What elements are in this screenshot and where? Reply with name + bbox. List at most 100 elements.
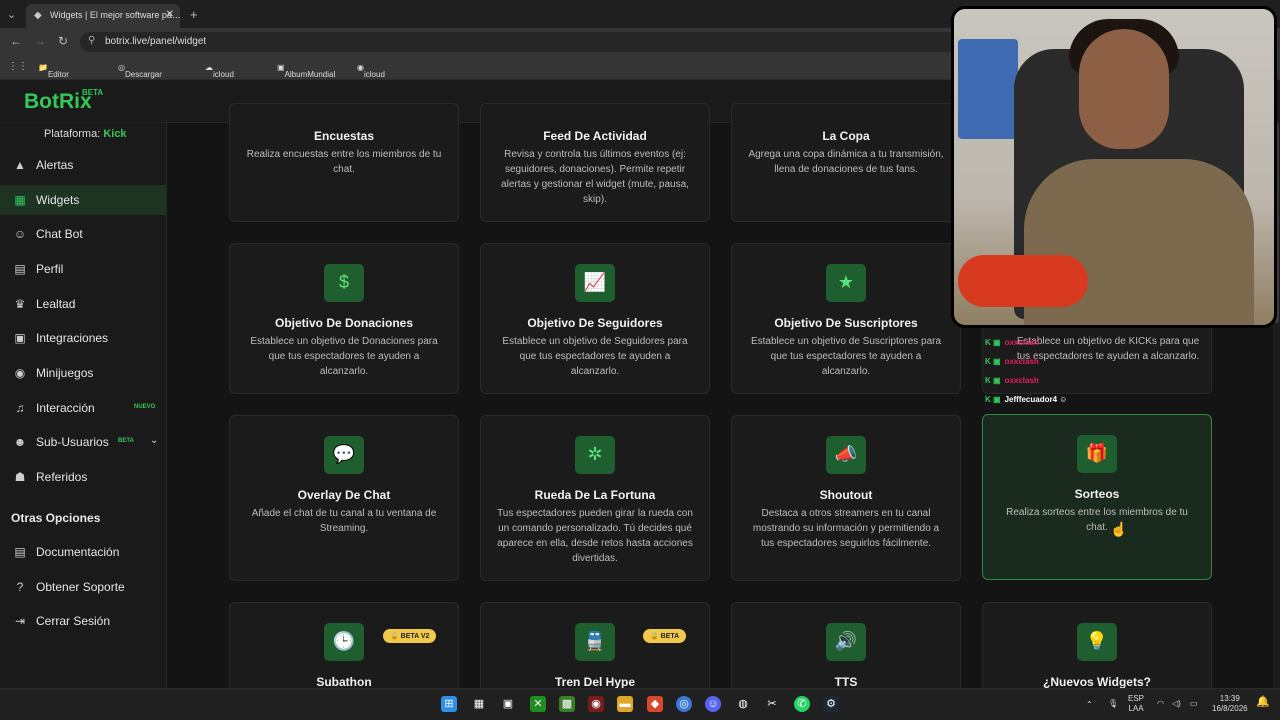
widget-card-shoutout[interactable]: 📣 Shoutout Destaca a otros streamers en … xyxy=(731,415,961,581)
chevron-down-icon[interactable]: ⌄ xyxy=(150,435,158,446)
close-tab-icon[interactable]: ✕ xyxy=(166,9,174,20)
language-indicator[interactable]: ESP LAA xyxy=(1128,694,1144,714)
game-icon[interactable]: ◉ xyxy=(588,696,604,712)
back-icon[interactable]: ← xyxy=(10,34,22,48)
widget-title: Shoutout xyxy=(819,488,873,502)
site-info-icon[interactable]: ⚲ xyxy=(88,35,95,46)
widget-title: Objetivo De Donaciones xyxy=(274,316,414,330)
sidebar-item-lealtad[interactable]: ♛ Lealtad xyxy=(0,289,166,319)
chat-message: K ▣ oxxclash xyxy=(985,376,1039,385)
forward-icon[interactable]: → xyxy=(34,34,46,48)
volume-icon[interactable]: ◁) xyxy=(1172,699,1181,709)
tab-menu-icon[interactable]: ⌄ xyxy=(7,8,16,21)
other-options-heading: Otras Opciones xyxy=(11,511,101,525)
sidebar-item-alertas[interactable]: ▲ Alertas xyxy=(0,150,166,180)
widget-card-objetivo-suscriptores[interactable]: ★ Objetivo De Suscriptores Establece un … xyxy=(731,243,961,394)
chat-message: K ▣ oxxclash xyxy=(985,357,1039,366)
sidebar-item-cerrar-sesion[interactable]: ⇥ Cerrar Sesión xyxy=(0,606,166,636)
widget-title: Sorteos xyxy=(1074,487,1120,501)
widget-desc: Realiza sorteos entre los miembros de tu… xyxy=(1006,507,1188,533)
task-view-icon[interactable]: ▦ xyxy=(471,696,487,712)
obs-icon[interactable]: ◍ xyxy=(735,696,751,712)
sidebar-item-interaccion[interactable]: ♫ Interacción NUEVO xyxy=(0,393,166,423)
sidebar-item-referidos[interactable]: ☗ Referidos xyxy=(0,462,166,492)
widget-card-objetivo-donaciones[interactable]: $ Objetivo De Donaciones Establece un ob… xyxy=(229,243,459,394)
bookmark-item[interactable]: 📁 Editor de Fotos xyxy=(38,63,69,97)
widget-title: Objetivo De Suscriptores xyxy=(774,316,918,330)
user-group-icon: ☗ xyxy=(14,470,26,484)
sidebar-item-minijuegos[interactable]: ◉ Minijuegos xyxy=(0,358,166,388)
tab-title: Widgets | El mejor software pa… xyxy=(50,10,180,20)
widget-desc: Establece un objetivo de Suscriptores pa… xyxy=(750,336,942,377)
widget-card-overlay-chat[interactable]: 💬 Overlay De Chat Añade el chat de tu ca… xyxy=(229,415,459,581)
brave-icon[interactable]: ◆ xyxy=(647,696,663,712)
plug-icon: ▣ xyxy=(14,331,26,345)
new-tag: NUEVO xyxy=(134,404,156,410)
clock[interactable]: 13:39 16/8/2026 xyxy=(1212,694,1248,714)
sidebar-item-chat-bot[interactable]: ☺ Chat Bot xyxy=(0,219,166,249)
botrix-favicon-icon: ◆ xyxy=(34,10,42,21)
notifications-icon[interactable]: 🔔 xyxy=(1256,697,1270,708)
widget-card-feed[interactable]: Feed De Actividad Revisa y controla tus … xyxy=(480,103,710,222)
widget-card-rueda-fortuna[interactable]: ✲ Rueda De La Fortuna Tus espectadores p… xyxy=(480,415,710,581)
sidebar-item-sub-usuarios[interactable]: ☻ Sub-Usuarios BETA ⌄ xyxy=(0,427,166,457)
widget-card-encuestas[interactable]: Encuestas Realiza encuestas entre los mi… xyxy=(229,103,459,222)
discord-icon[interactable]: ☺ xyxy=(705,696,721,712)
sidebar-item-widgets[interactable]: ▦ Widgets xyxy=(0,185,166,215)
widget-title: Subathon xyxy=(316,675,372,689)
bookmark-item[interactable]: ◉ icloud photos xyxy=(357,63,388,88)
widget-desc: Revisa y controla tus últimos eventos (e… xyxy=(501,149,689,205)
bookmark-item[interactable]: ▣ AlbumMundial xyxy=(277,63,335,79)
sidebar-item-documentacion[interactable]: ▤ Documentación xyxy=(0,537,166,567)
widget-card-tren-hype[interactable]: 🚆 🔒 BETA Tren Del Hype xyxy=(480,602,710,689)
widget-title: Tren Del Hype xyxy=(554,675,636,689)
brand-beta-tag: BETA xyxy=(82,88,104,97)
whatsapp-icon[interactable]: ✆ xyxy=(794,696,810,712)
widget-card-nuevos[interactable]: 💡 ¿Nuevos Widgets? xyxy=(982,602,1212,689)
widget-card-subathon[interactable]: 🕒 🔒 BETA V2 Subathon xyxy=(229,602,459,689)
new-tab-icon[interactable]: + xyxy=(190,7,198,22)
widget-title: ¿Nuevos Widgets? xyxy=(1043,675,1151,689)
megaphone-icon: 📣 xyxy=(826,436,866,474)
url-input[interactable]: ⚲ botrix.live/panel/widget xyxy=(80,32,960,52)
widget-card-sorteos[interactable]: 🎁 Sorteos Realiza sorteos entre los miem… xyxy=(982,414,1212,580)
document-icon: ▤ xyxy=(14,545,26,559)
store-icon[interactable]: ▣ xyxy=(500,696,516,712)
sidebar-item-perfil[interactable]: ▤ Perfil xyxy=(0,254,166,284)
minecraft-icon[interactable]: ▩ xyxy=(559,696,575,712)
widget-desc: Establece un objetivo de Seguidores para… xyxy=(502,336,688,377)
microphone-icon[interactable]: 🎙 xyxy=(1108,699,1118,709)
battery-icon[interactable]: ▭ xyxy=(1190,699,1198,709)
bookmark-item[interactable]: ◎ Descargar stream xyxy=(118,63,162,88)
steam-icon[interactable]: ⚙ xyxy=(823,696,839,712)
xbox-icon[interactable]: ✕ xyxy=(530,696,546,712)
widget-card-objetivo-seguidores[interactable]: 📈 Objetivo De Seguidores Establece un ob… xyxy=(480,243,710,394)
reload-icon[interactable]: ↻ xyxy=(58,34,68,48)
chat-message: K ▣ Jefffecuador4 ☺ xyxy=(985,395,1068,404)
windows-start-icon[interactable]: ⊞ xyxy=(441,696,457,712)
widget-card-la-copa[interactable]: La Copa Agrega una copa dinámica a tu tr… xyxy=(731,103,961,222)
capcut-icon[interactable]: ✂ xyxy=(764,696,780,712)
wifi-icon[interactable]: ◠ xyxy=(1157,699,1164,709)
widget-desc: Tus espectadores pueden girar la rueda c… xyxy=(497,508,693,564)
bookmark-item[interactable]: ☁ icloud correo xyxy=(205,63,236,88)
chrome-icon[interactable]: ◎ xyxy=(676,696,692,712)
beta-tag: BETA xyxy=(118,438,134,444)
widget-title: Rueda De La Fortuna xyxy=(534,488,656,502)
sidebar-item-soporte[interactable]: ? Obtener Soporte xyxy=(0,572,166,602)
beta-badge: 🔒 BETA xyxy=(643,629,687,643)
widget-card-tts[interactable]: 🔊 TTS xyxy=(731,602,961,689)
users-icon: ☻ xyxy=(13,435,27,449)
tray-chevron-icon[interactable]: ⌃ xyxy=(1086,700,1093,710)
chat-message: K ▣ oxxclash xyxy=(985,338,1039,347)
grid-icon: ▦ xyxy=(14,193,26,207)
browser-tab[interactable]: ◆ Widgets | El mejor software pa… ✕ xyxy=(26,4,180,28)
folder-icon[interactable]: ▬ xyxy=(617,696,633,712)
star-icon: ★ xyxy=(826,264,866,302)
robot-icon: ☺ xyxy=(13,227,27,241)
apps-icon[interactable]: ⋮⋮ xyxy=(8,61,28,72)
chat-bubble-icon: 💬 xyxy=(324,436,364,474)
trophy-icon: ♛ xyxy=(14,297,26,311)
sidebar-item-integraciones[interactable]: ▣ Integraciones xyxy=(0,323,166,353)
widget-desc: Añade el chat de tu canal a tu ventana d… xyxy=(251,508,437,534)
